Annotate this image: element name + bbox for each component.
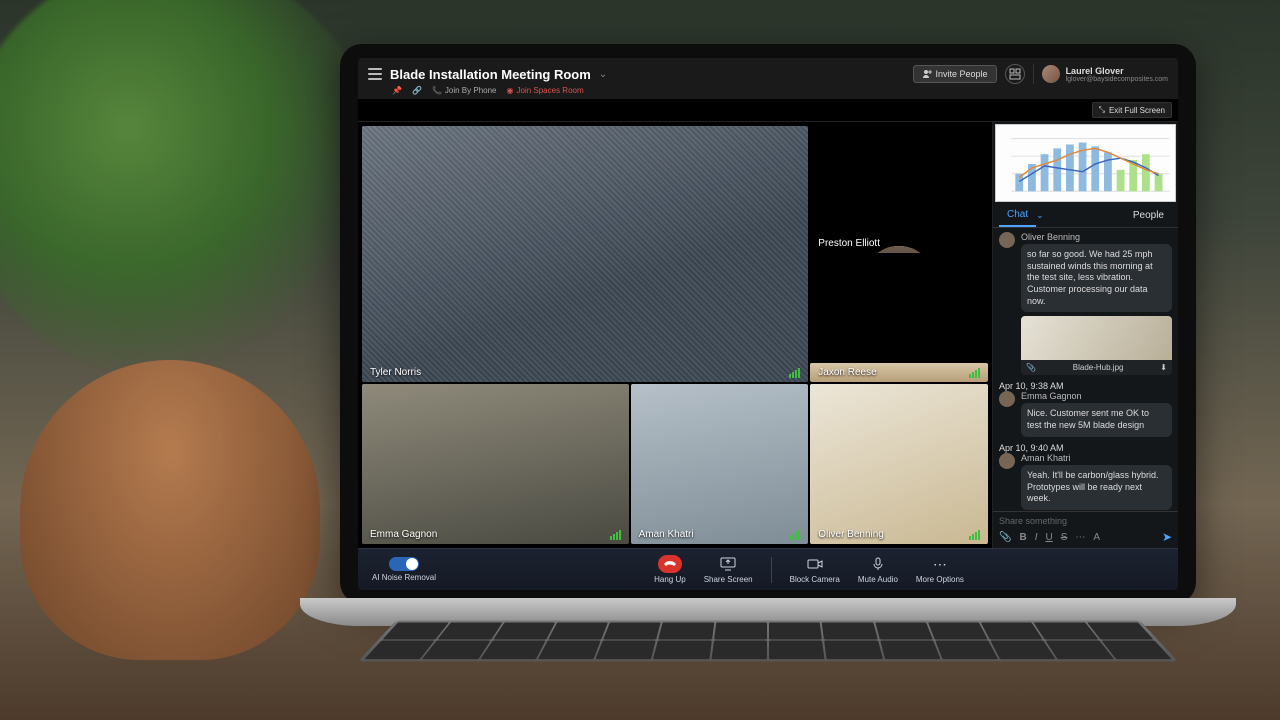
user-name: Laurel Glover (1066, 66, 1168, 76)
download-icon[interactable]: ⬇ (1160, 363, 1167, 372)
tab-people[interactable]: People (1125, 205, 1172, 226)
call-toolbar: AI Noise Removal Hang Up Share Screen (358, 548, 1178, 590)
participant-name: Preston Elliott (818, 238, 880, 249)
video-tile[interactable]: Jaxon Reese (810, 363, 988, 382)
person-add-icon (922, 69, 932, 79)
phone-down-icon (658, 555, 682, 573)
signal-icon (969, 530, 980, 540)
side-panel: Chat ⌄ People Oliver Benning so far so g… (992, 122, 1178, 548)
strike-icon[interactable]: S (1061, 532, 1068, 543)
screen-share-icon (719, 555, 737, 573)
message-text: Yeah. It'll be carbon/glass hybrid. Prot… (1021, 465, 1172, 510)
tab-chat[interactable]: Chat (999, 204, 1036, 227)
exit-fullscreen-button[interactable]: ⤡ Exit Full Screen (1092, 102, 1172, 118)
signal-icon (789, 368, 800, 378)
message-author: Oliver Benning (1021, 232, 1172, 242)
chat-message: Emma Gagnon Nice. Customer sent me OK to… (999, 391, 1172, 436)
message-timestamp: Apr 10, 9:38 AM (999, 381, 1172, 391)
chat-message: Aman Khatri Yeah. It'll be carbon/glass … (999, 453, 1172, 510)
attachment-name: Blade-Hub.jpg (1073, 363, 1124, 372)
more-icon: ⋯ (931, 555, 949, 573)
pin-icon[interactable]: 📌 (392, 86, 402, 95)
attachment[interactable]: 📎 Blade-Hub.jpg ⬇ (1021, 316, 1172, 375)
avatar (999, 232, 1015, 248)
video-grid: Tyler Norris Preston Elliott Jaxon Reese (358, 122, 992, 548)
participant-name: Aman Khatri (639, 529, 694, 540)
avatar (999, 453, 1015, 469)
compose-input[interactable]: Share something (999, 516, 1172, 526)
video-tile[interactable]: Preston Elliott (810, 234, 988, 253)
layout-icon[interactable] (1005, 64, 1025, 84)
bold-icon[interactable]: B (1019, 532, 1026, 543)
message-text: so far so good. We had 25 mph sustained … (1021, 244, 1172, 312)
room-title: Blade Installation Meeting Room (390, 67, 591, 82)
current-user[interactable]: Laurel Glover lglover@baysidecomposites.… (1042, 65, 1168, 83)
send-icon[interactable]: ➤ (1162, 530, 1172, 544)
compose-area: Share something 📎 B I U S ⋯ A ➤ (993, 511, 1178, 548)
shared-chart[interactable] (995, 124, 1176, 202)
share-screen-button[interactable]: Share Screen (704, 555, 753, 584)
chat-scroll[interactable]: Oliver Benning so far so good. We had 25… (993, 228, 1178, 511)
user-email: lglover@baysidecomposites.com (1066, 76, 1168, 83)
italic-icon[interactable]: I (1035, 532, 1038, 543)
video-tile[interactable]: Aman Khatri (631, 384, 809, 544)
message-text: Nice. Customer sent me OK to test the ne… (1021, 403, 1172, 436)
panel-tabs: Chat ⌄ People (993, 204, 1178, 228)
video-tile[interactable]: Emma Gagnon (362, 384, 629, 544)
video-tile[interactable]: Tyler Norris (362, 126, 808, 382)
signal-icon (969, 368, 980, 378)
text-style-icon[interactable]: A (1093, 532, 1100, 543)
collapse-icon: ⤡ (1099, 105, 1105, 115)
join-by-phone[interactable]: 📞 Join By Phone (432, 86, 497, 95)
participant-name: Oliver Benning (818, 529, 884, 540)
message-timestamp: Apr 10, 9:40 AM (999, 443, 1172, 453)
camera-icon (806, 555, 824, 573)
message-author: Emma Gagnon (1021, 391, 1172, 401)
menu-icon[interactable] (368, 68, 382, 80)
app-window: Blade Installation Meeting Room ⌄ Invite… (358, 58, 1178, 590)
avatar (1042, 65, 1060, 83)
participant-name: Tyler Norris (370, 367, 421, 378)
join-spaces-room[interactable]: ◉ Join Spaces Room (507, 86, 584, 95)
chevron-down-icon[interactable]: ⌄ (599, 69, 607, 80)
participant-name: Emma Gagnon (370, 529, 437, 540)
invite-people-button[interactable]: Invite People (913, 65, 997, 83)
attach-icon[interactable]: 📎 (999, 532, 1011, 543)
signal-icon (610, 530, 621, 540)
signal-icon (789, 530, 800, 540)
video-tile[interactable]: Oliver Benning (810, 384, 988, 544)
participant-name: Jaxon Reese (818, 367, 876, 378)
more-options-button[interactable]: ⋯ More Options (916, 555, 964, 584)
underline-icon[interactable]: U (1045, 532, 1052, 543)
avatar (999, 391, 1015, 407)
chat-message: Oliver Benning so far so good. We had 25… (999, 232, 1172, 375)
mute-audio-button[interactable]: Mute Audio (858, 555, 898, 584)
mic-icon (869, 555, 887, 573)
link-icon[interactable]: 🔗 (412, 86, 422, 95)
chevron-down-icon[interactable]: ⌄ (1036, 210, 1044, 221)
sub-header: 📌 🔗 📞 Join By Phone ◉ Join Spaces Room (358, 86, 1178, 99)
hang-up-button[interactable]: Hang Up (654, 555, 686, 584)
paperclip-icon: 📎 (1026, 363, 1036, 372)
message-author: Aman Khatri (1021, 453, 1172, 463)
block-camera-button[interactable]: Block Camera (790, 555, 840, 584)
app-header: Blade Installation Meeting Room ⌄ Invite… (358, 58, 1178, 86)
ai-noise-removal-toggle[interactable]: AI Noise Removal (372, 557, 436, 582)
more-format-icon[interactable]: ⋯ (1075, 532, 1085, 543)
